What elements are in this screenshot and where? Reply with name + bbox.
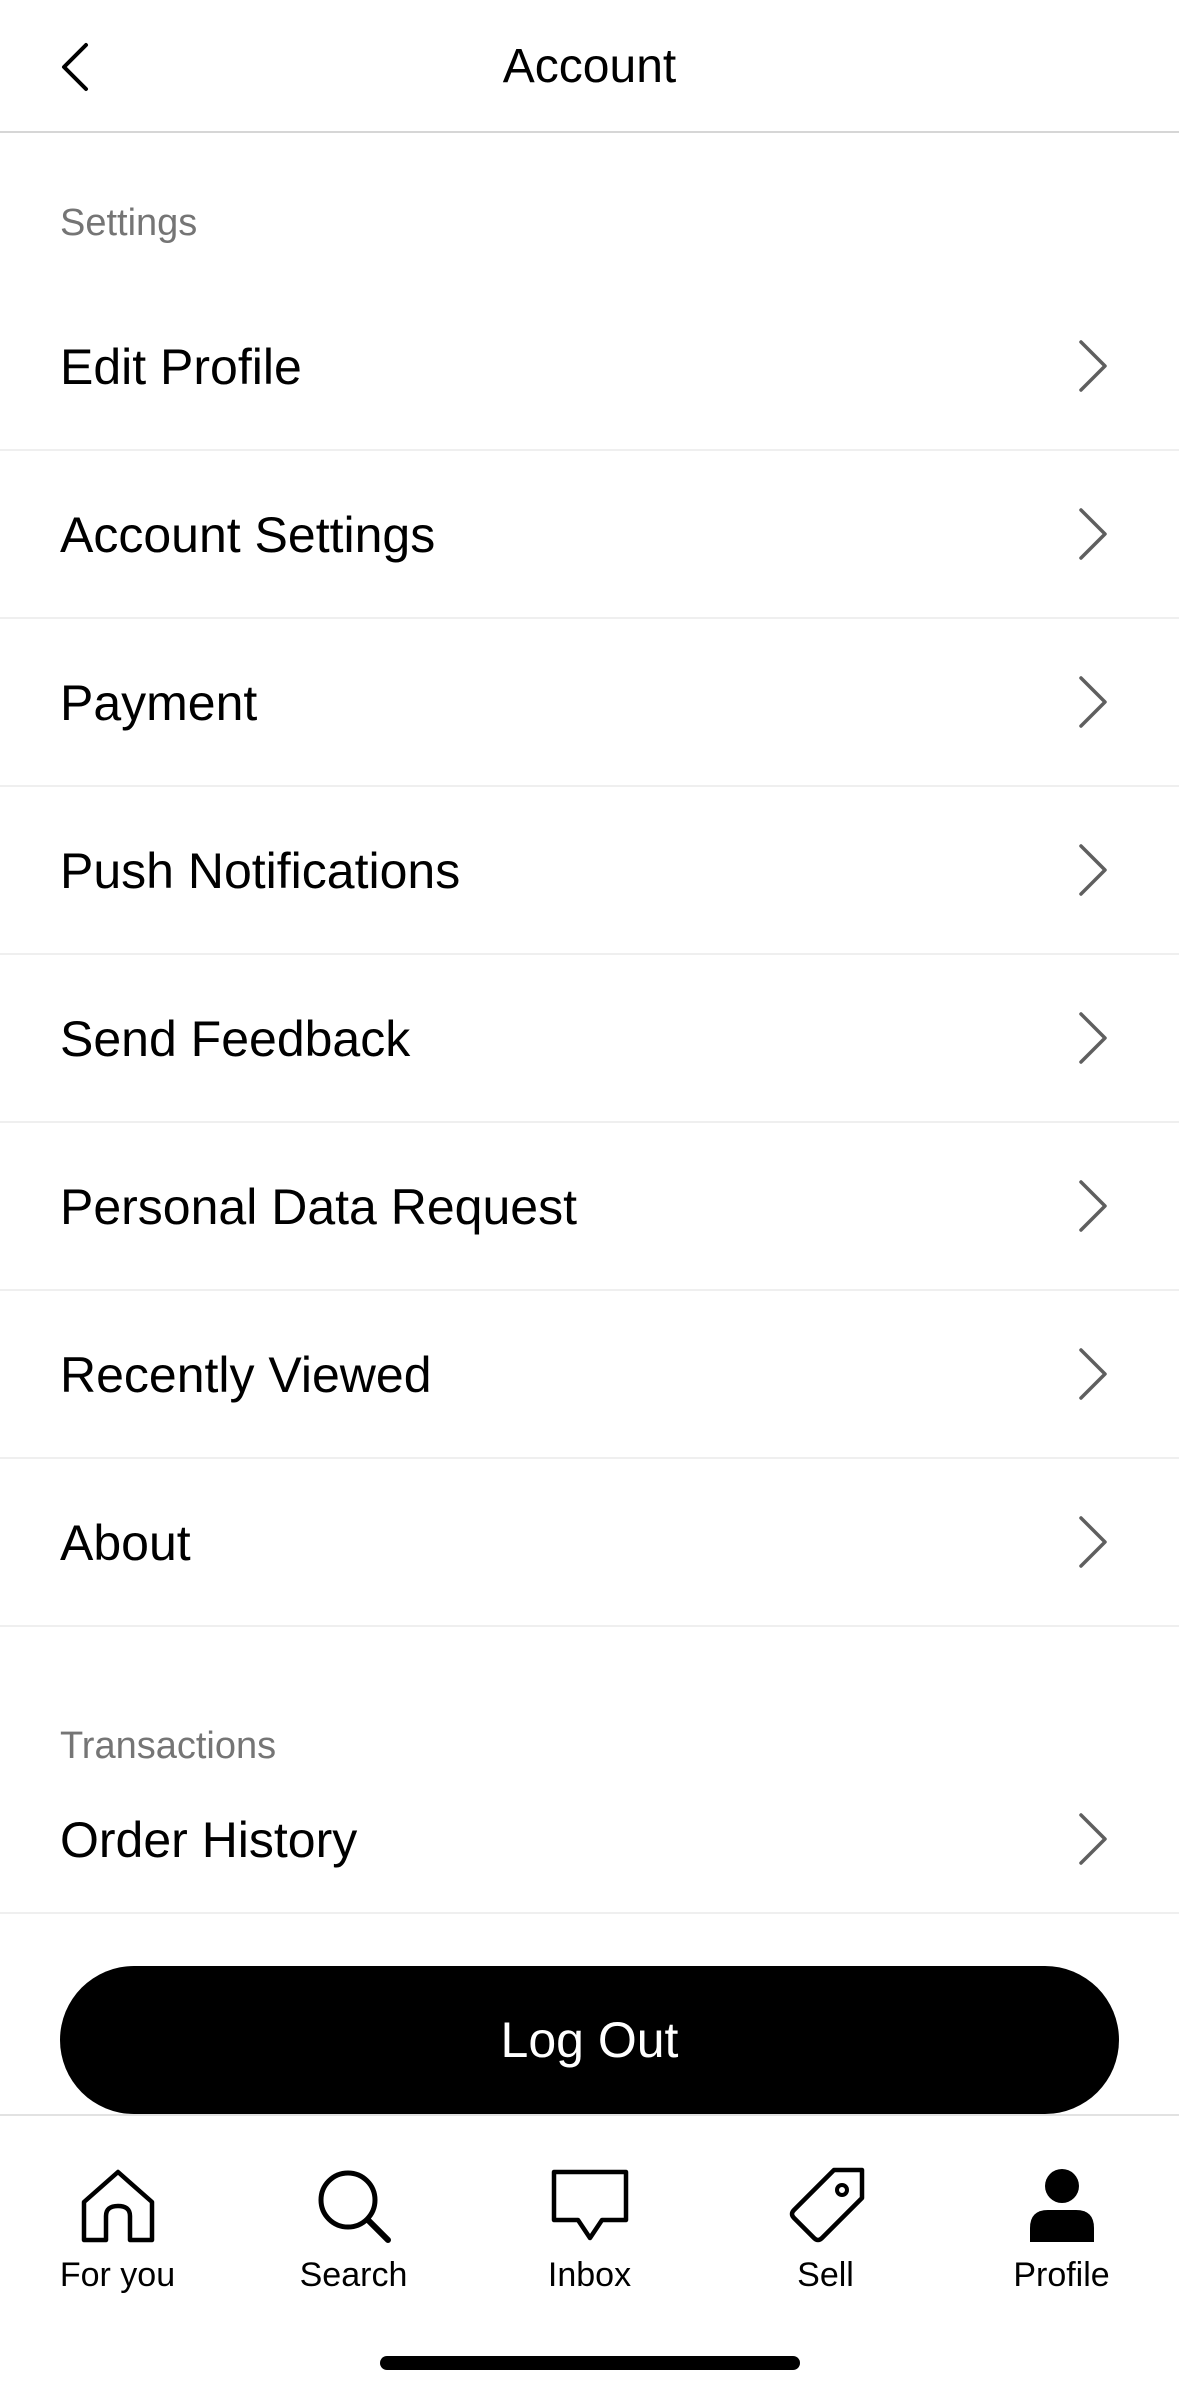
chevron-right-icon [1079,1180,1107,1232]
chevron-right-icon [1079,1348,1107,1400]
chevron-right-icon [1079,1813,1107,1865]
tab-label: Inbox [547,2256,632,2294]
settings-item-send-feedback[interactable]: Send Feedback [0,955,1179,1123]
chevron-right-icon [1079,508,1107,560]
home-icon [81,2169,154,2243]
tab-inbox[interactable]: Inbox [472,2116,707,2316]
tab-for-you[interactable]: For you [0,2116,235,2316]
back-button[interactable] [40,25,110,109]
account-screen: Account Settings Edit Profile Account Se… [0,0,1179,2396]
settings-item-label: Payment [60,675,258,731]
tab-label: Search [299,2256,408,2294]
settings-item-label: Personal Data Request [60,1179,577,1235]
search-icon [318,2170,391,2243]
header: Account [0,0,1179,133]
chevron-right-icon [1079,340,1107,392]
settings-item-label: Recently Viewed [60,1347,432,1403]
chevron-left-icon [62,43,88,91]
bottom-tab-bar: For you Search Inbox Sell Profile [0,2114,1179,2396]
chevron-right-icon [1079,844,1107,896]
profile-icon [1029,2169,1094,2242]
settings-item-label: Account Settings [60,507,436,563]
home-indicator [380,2356,800,2370]
settings-item-label: About [60,1515,191,1571]
tab-profile[interactable]: Profile [944,2116,1179,2316]
settings-item-label: Edit Profile [60,339,302,395]
chevron-right-icon [1079,1516,1107,1568]
settings-item-account-settings[interactable]: Account Settings [0,451,1179,619]
tab-search[interactable]: Search [236,2116,471,2316]
settings-item-push-notifications[interactable]: Push Notifications [0,787,1179,955]
tag-icon [789,2167,864,2243]
settings-item-label: Push Notifications [60,843,461,899]
chevron-right-icon [1079,1012,1107,1064]
tab-label: For you [59,2256,176,2294]
settings-item-personal-data-request[interactable]: Personal Data Request [0,1123,1179,1291]
section-label-settings: Settings [60,202,198,244]
tab-label: Sell [797,2256,854,2294]
settings-item-recently-viewed[interactable]: Recently Viewed [0,1291,1179,1459]
tab-label: Profile [1013,2256,1110,2294]
chevron-right-icon [1079,676,1107,728]
transactions-item-label: Order History [60,1812,358,1868]
inbox-icon [551,2169,628,2241]
settings-item-about[interactable]: About [0,1459,1179,1627]
tab-sell[interactable]: Sell [708,2116,943,2316]
transactions-item-order-history[interactable]: Order History [0,1746,1179,1914]
page-title: Account [502,40,677,93]
settings-item-edit-profile[interactable]: Edit Profile [0,283,1179,451]
logout-button[interactable]: Log Out [60,1966,1119,2114]
settings-item-label: Send Feedback [60,1011,411,1067]
settings-item-payment[interactable]: Payment [0,619,1179,787]
